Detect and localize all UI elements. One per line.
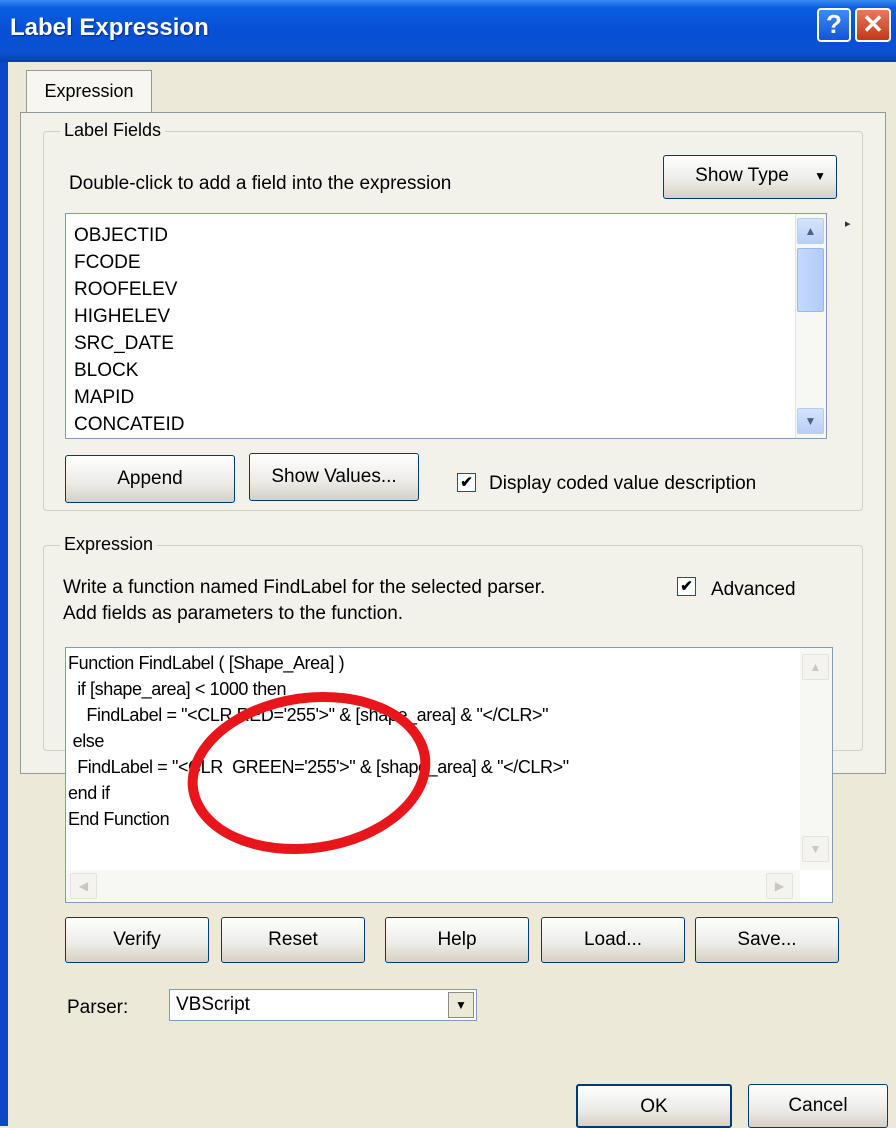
chevron-down-icon[interactable]: ▼ <box>448 992 474 1018</box>
code-line: end if <box>68 783 110 803</box>
scroll-right-icon[interactable]: ▶ <box>766 873 793 899</box>
close-button[interactable]: ✕ <box>855 8 891 42</box>
fields-items: OBJECTID FCODE ROOFELEV HIGHELEV SRC_DAT… <box>66 214 826 438</box>
code-area[interactable]: Function FindLabel ( [Shape_Area] ) if [… <box>66 648 832 832</box>
checkmark-icon: ✔ <box>680 578 693 595</box>
code-line: Function FindLabel ( [Shape_Area] ) <box>68 653 345 673</box>
scroll-down-icon[interactable]: ▼ <box>797 408 824 434</box>
show-type-label: Show Type <box>695 165 789 186</box>
expand-icon[interactable]: ▸ <box>845 217 851 230</box>
field-item[interactable]: HIGHELEV <box>66 303 826 330</box>
label-fields-group-label: Label Fields <box>60 120 166 141</box>
fields-instruction: Double-click to add a field into the exp… <box>69 173 452 194</box>
expression-hint-line2: Add fields as parameters to the function… <box>63 603 404 624</box>
scroll-up-icon[interactable]: ▲ <box>797 218 824 244</box>
display-coded-label: Display coded value description <box>489 473 757 494</box>
show-values-button[interactable]: Show Values... <box>249 453 419 501</box>
dropdown-arrow-icon: ▼ <box>814 169 826 183</box>
tab-panel: Label Fields Double-click to add a field… <box>20 112 886 1021</box>
show-type-button[interactable]: Show Type ▼ <box>663 155 837 199</box>
save-button[interactable]: Save... <box>695 917 839 963</box>
code-line: FindLabel = "<CLR RED='255'>" & [shape_a… <box>68 705 549 725</box>
help-title-button[interactable]: ? <box>817 8 851 42</box>
parser-label: Parser: <box>67 997 129 1018</box>
fields-list[interactable]: OBJECTID FCODE ROOFELEV HIGHELEV SRC_DAT… <box>65 213 827 439</box>
verify-button[interactable]: Verify <box>65 917 209 963</box>
display-coded-checkbox[interactable]: ✔ <box>457 473 476 492</box>
help-button[interactable]: Help <box>385 917 529 963</box>
reset-button[interactable]: Reset <box>221 917 365 963</box>
window-title: Label Expression <box>10 14 209 41</box>
load-button[interactable]: Load... <box>541 917 685 963</box>
append-button[interactable]: Append <box>65 455 235 503</box>
expression-hint-line1: Write a function named FindLabel for the… <box>63 577 546 598</box>
field-item[interactable]: BLOCK <box>66 357 826 384</box>
field-item[interactable]: FCODE <box>66 249 826 276</box>
scroll-up-icon[interactable]: ▲ <box>802 654 829 680</box>
advanced-label: Advanced <box>711 579 796 600</box>
scroll-down-icon[interactable]: ▼ <box>802 836 829 862</box>
field-item[interactable]: MAPID <box>66 384 826 411</box>
field-item[interactable]: SRC_DATE <box>66 330 826 357</box>
expression-editor[interactable]: Function FindLabel ( [Shape_Area] ) if [… <box>65 647 833 903</box>
cancel-button[interactable]: Cancel <box>748 1084 888 1128</box>
code-line: FindLabel = "<CLR GREEN='255'>" & [shape… <box>68 757 569 777</box>
field-item[interactable]: OBJECTID <box>66 222 826 249</box>
scroll-thumb[interactable] <box>797 248 824 312</box>
tab-expression[interactable]: Expression <box>26 70 152 114</box>
ok-button[interactable]: OK <box>576 1084 732 1128</box>
editor-hscroll[interactable]: ◀ ▶ <box>66 870 800 902</box>
expression-group-label: Expression <box>60 534 158 555</box>
advanced-checkbox[interactable]: ✔ <box>677 577 696 596</box>
scroll-left-icon[interactable]: ◀ <box>70 873 97 899</box>
checkmark-icon: ✔ <box>460 474 473 491</box>
field-item[interactable]: CONCATEID <box>66 411 826 438</box>
fields-scrollbar[interactable]: ▲ ▼ <box>795 214 826 438</box>
field-item[interactable]: ROOFELEV <box>66 276 826 303</box>
code-line: else <box>68 731 105 751</box>
title-bar[interactable]: Label Expression ? ✕ <box>0 0 896 62</box>
window-border <box>0 62 8 1126</box>
code-line: if [shape_area] < 1000 then <box>68 679 287 699</box>
parser-select[interactable]: VBScript ▼ <box>169 989 477 1021</box>
code-line: End Function <box>68 809 170 829</box>
parser-value: VBScript <box>176 994 250 1015</box>
editor-vscroll[interactable]: ▲ ▼ <box>800 648 832 870</box>
